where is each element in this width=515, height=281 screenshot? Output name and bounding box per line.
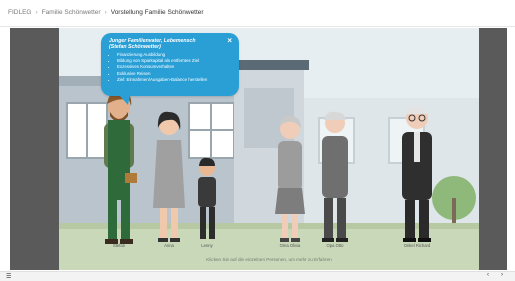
bubble-list: Finanzierung Ausbildung Bildung von Spar… [111,52,207,83]
breadcrumb-item-current: Vorstellung Familie Schönwetter [110,9,204,16]
pager: ‹ › [483,272,507,278]
breadcrumb-separator: › [104,9,107,16]
bubble-title: Junger Familienvater, Lebemensch (Stefan… [109,38,219,50]
breadcrumb-separator: › [35,9,38,16]
close-icon[interactable]: × [227,36,232,45]
top-bar: FIDLEG › Familie Schönwetter › Vorstellu… [0,0,515,27]
bubble-list-item: Ziel: Einnahmen/Ausgaben-Balance herstel… [117,77,207,83]
breadcrumb-item-fidleg[interactable]: FIDLEG [8,9,31,16]
breadcrumb: FIDLEG › Familie Schönwetter › Vorstellu… [8,9,204,16]
info-bubble: Junger Familienvater, Lebemensch (Stefan… [101,33,239,105]
bubble-title-line2: (Stefan Schönwetter) [109,44,161,50]
instruction-hint: Klicken Sie auf die einzelnen Personen, … [206,257,332,262]
person-label-stefan: Stefan [112,243,126,248]
chevron-left-icon[interactable]: ‹ [483,272,493,278]
person-label-opa-otto: Opa Otto [326,243,344,248]
breadcrumb-item-familie[interactable]: Familie Schönwetter [42,9,101,16]
content-canvas: Stefan Anna Lenny Oma Olivia Opa Otto On… [10,28,507,270]
menu-icon[interactable]: ☰ [6,273,11,280]
family-scene: Stefan Anna Lenny Oma Olivia Opa Otto On… [59,28,479,270]
person-label-oma-olivia: Oma Olivia [279,243,301,248]
chevron-right-icon[interactable]: › [497,272,507,278]
person-label-lenny: Lenny [201,243,213,248]
person-label-onkel-richard: Onkel Richard [403,243,431,248]
person-label-anna: Anna [164,243,174,248]
